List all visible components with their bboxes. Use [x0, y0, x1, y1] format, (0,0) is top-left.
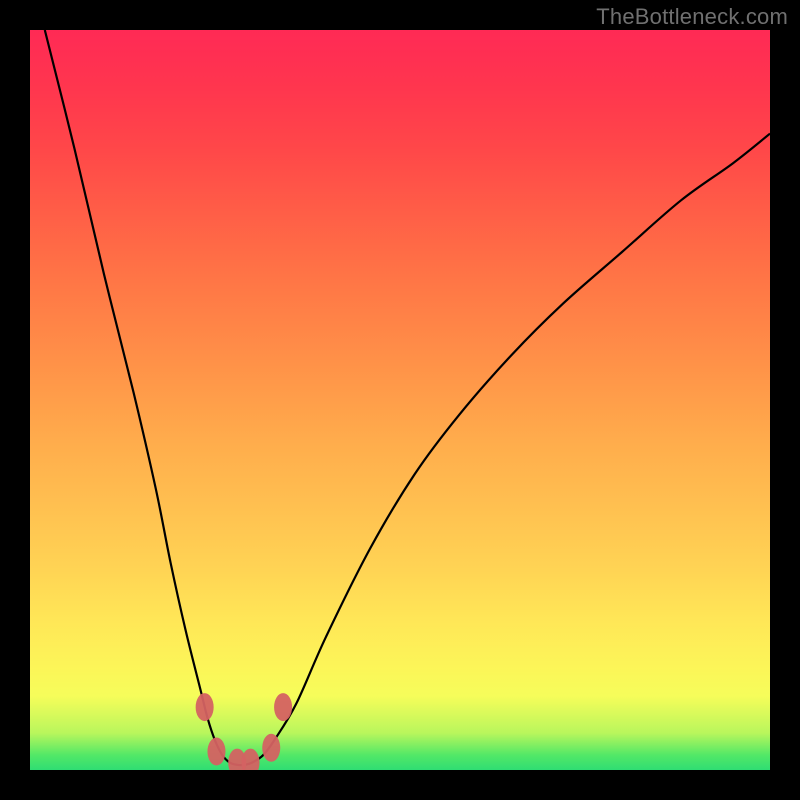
curve-bead: [262, 734, 280, 762]
curve-bead: [196, 693, 214, 721]
outer-frame: TheBottleneck.com: [0, 0, 800, 800]
curve-bead: [274, 693, 292, 721]
chart-area: [30, 30, 770, 770]
curve-layer: [30, 30, 770, 770]
bottleneck-curve: [45, 30, 770, 765]
curve-bead: [207, 738, 225, 766]
watermark-text: TheBottleneck.com: [596, 4, 788, 30]
curve-bead: [242, 749, 260, 770]
curve-markers: [196, 693, 292, 770]
